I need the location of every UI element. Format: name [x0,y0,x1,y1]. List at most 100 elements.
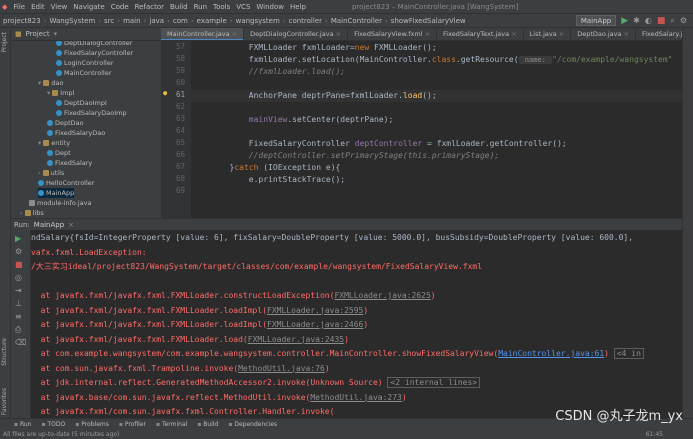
favorites-tool-label[interactable]: Favorites [1,388,8,415]
editor-tab[interactable]: List.java × [524,28,572,40]
breadcrumb-item[interactable]: WangSystem [49,17,95,25]
menu-item-navigate[interactable]: Navigate [73,3,104,11]
stack-trace-link[interactable]: MethodUtil.java:273 [310,393,402,402]
chevron-icon[interactable]: › [20,208,23,218]
editor-tab[interactable]: FixedSalaryView.fxml × [348,28,438,40]
close-icon[interactable]: × [621,30,629,38]
breadcrumb-item[interactable]: project823 [3,17,41,25]
editor-tab[interactable]: FixedSalary.java × [636,28,682,40]
tree-item[interactable]: LoginController [56,58,114,68]
breadcrumb-item[interactable]: MainController [331,17,382,25]
close-icon[interactable]: × [230,30,237,38]
structure-tool-label[interactable]: Structure [1,338,8,366]
tree-item[interactable]: DeptDao [47,118,84,128]
tree-item[interactable]: FixedSalaryDaoImp [56,108,127,118]
menu-item-code[interactable]: Code [111,3,129,11]
stack-trace-link[interactable]: FXMLLoader.java:2435 [248,335,344,344]
breadcrumb-item[interactable]: example [197,17,227,25]
tree-item[interactable]: MainApp [38,188,75,198]
menu-item-edit[interactable]: Edit [31,3,45,11]
stop-icon[interactable]: ■ [15,260,23,269]
breadcrumb-item[interactable]: controller [289,17,322,25]
bottom-tab-build[interactable]: ▪ Build [197,421,218,428]
wrench-icon[interactable]: ⚙ [15,247,22,256]
chevron-icon[interactable]: ▾ [47,88,50,98]
tree-item[interactable]: HelloController [38,178,94,188]
stack-trace-link[interactable]: MethodUtil.java:76 [238,364,325,373]
folded-lines-badge[interactable]: <2 internal lines> [387,377,481,388]
rerun-icon[interactable]: ▶ [15,234,21,243]
stack-trace-link[interactable]: FXMLLoader.java:2625 [334,291,430,300]
stack-trace-link[interactable]: FXMLLoader.java:2595 [267,306,363,315]
search-icon[interactable]: ⌕ [670,16,674,26]
menu-item-help[interactable]: Help [290,3,306,11]
menu-item-vcs[interactable]: VCS [236,3,250,11]
close-icon[interactable]: × [423,30,430,38]
chevron-icon[interactable]: ▾ [38,138,41,148]
menu-item-refactor[interactable]: Refactor [135,3,164,11]
breadcrumb-item[interactable]: wangsystem [236,17,280,25]
bottom-tab-terminal[interactable]: ▪ Terminal [156,421,187,428]
chevron-icon[interactable]: › [38,168,41,178]
bottom-tab-problems[interactable]: ▪ Problems [75,421,109,428]
breadcrumb-item[interactable]: com [173,17,188,25]
project-panel-title[interactable]: Project [26,30,50,38]
close-icon[interactable]: × [68,221,74,229]
menu-item-view[interactable]: View [51,3,68,11]
tree-item[interactable]: › libs [20,208,44,218]
soft-wrap-icon[interactable]: ≡ [15,312,22,321]
tree-item[interactable]: ▾ impl [47,88,74,98]
editor-tab[interactable]: DeptDialogController.java × [244,28,349,40]
console-output[interactable]: ndSalary{fsId=IntegerProperty [value: 6]… [31,230,682,418]
menu-item-build[interactable]: Build [170,3,188,11]
trash-icon[interactable]: ⌫ [15,338,26,347]
editor-tab[interactable]: MainController.java × [161,28,245,40]
print-icon[interactable]: ⎙ [15,325,21,335]
tree-item[interactable]: FixedSalaryDao [47,128,105,138]
run-config-select[interactable]: MainApp [575,15,617,26]
run-icon[interactable]: ▶ [621,16,628,26]
pin-icon[interactable]: ⊥ [15,299,22,308]
tree-item[interactable]: FixedSalary [47,158,92,168]
caret-position[interactable]: 61:45 [646,431,693,438]
chevron-icon[interactable]: ▾ [38,78,41,88]
run-config-tab[interactable]: MainApp [34,221,64,229]
tree-item[interactable]: MainController [56,68,112,78]
chevron-down-icon[interactable]: ▾ [54,30,58,38]
tree-item[interactable]: ▾ dao [38,78,63,88]
breadcrumb-item[interactable]: java [149,17,164,25]
menu-item-file[interactable]: File [13,3,25,11]
breadcrumb-item[interactable]: src [104,17,114,25]
debug-icon[interactable]: ✱ [633,16,640,25]
tree-item[interactable]: › utils [38,168,64,178]
app-logo-icon[interactable]: ◆ [2,3,7,11]
menu-item-run[interactable]: Run [194,3,207,11]
camera-icon[interactable]: ◎ [15,273,22,282]
breadcrumb-item[interactable]: showFixedSalaryView [391,17,466,25]
bottom-tab-dependencies[interactable]: ▪ Dependencies [228,421,277,428]
tree-item[interactable]: ▾ entity [38,138,70,148]
breadcrumb-item[interactable]: main [123,17,141,25]
stack-trace-link[interactable]: FXMLLoader.java:2466 [267,320,363,329]
bottom-tab-run[interactable]: ▪ Run [14,421,32,428]
tree-item[interactable]: DeptDaoImpl [56,98,107,108]
bottom-tab-profiler[interactable]: ▪ Profiler [119,421,146,428]
exit-icon[interactable]: ⇥ [15,286,22,295]
bottom-tab-todo[interactable]: ▪ TODO [42,421,66,428]
coverage-icon[interactable]: ◐ [645,16,652,25]
folded-lines-badge[interactable]: <4 in [613,348,644,359]
close-icon[interactable]: × [334,30,341,38]
code-editor[interactable]: FXMLLoader fxmlLoader=new FXMLLoader(); … [191,41,682,218]
tree-item[interactable]: Dept [47,148,71,158]
editor-tab[interactable]: FixedSalaryText.java × [437,28,524,40]
editor-tab[interactable]: DeptDao.java × [571,28,636,40]
stack-trace-link[interactable]: MainController.java:61 [498,349,604,358]
menu-item-tools[interactable]: Tools [213,3,230,11]
tree-item[interactable]: module-info.java [29,198,91,208]
tree-item[interactable]: DeptDialogController [56,41,132,48]
tree-item[interactable]: FixedSalaryController [56,48,133,58]
project-tool-label[interactable]: Project [1,32,8,53]
settings-icon[interactable]: ⚙ [680,16,687,25]
close-icon[interactable]: × [557,30,564,38]
stop-icon[interactable]: ■ [657,16,666,26]
